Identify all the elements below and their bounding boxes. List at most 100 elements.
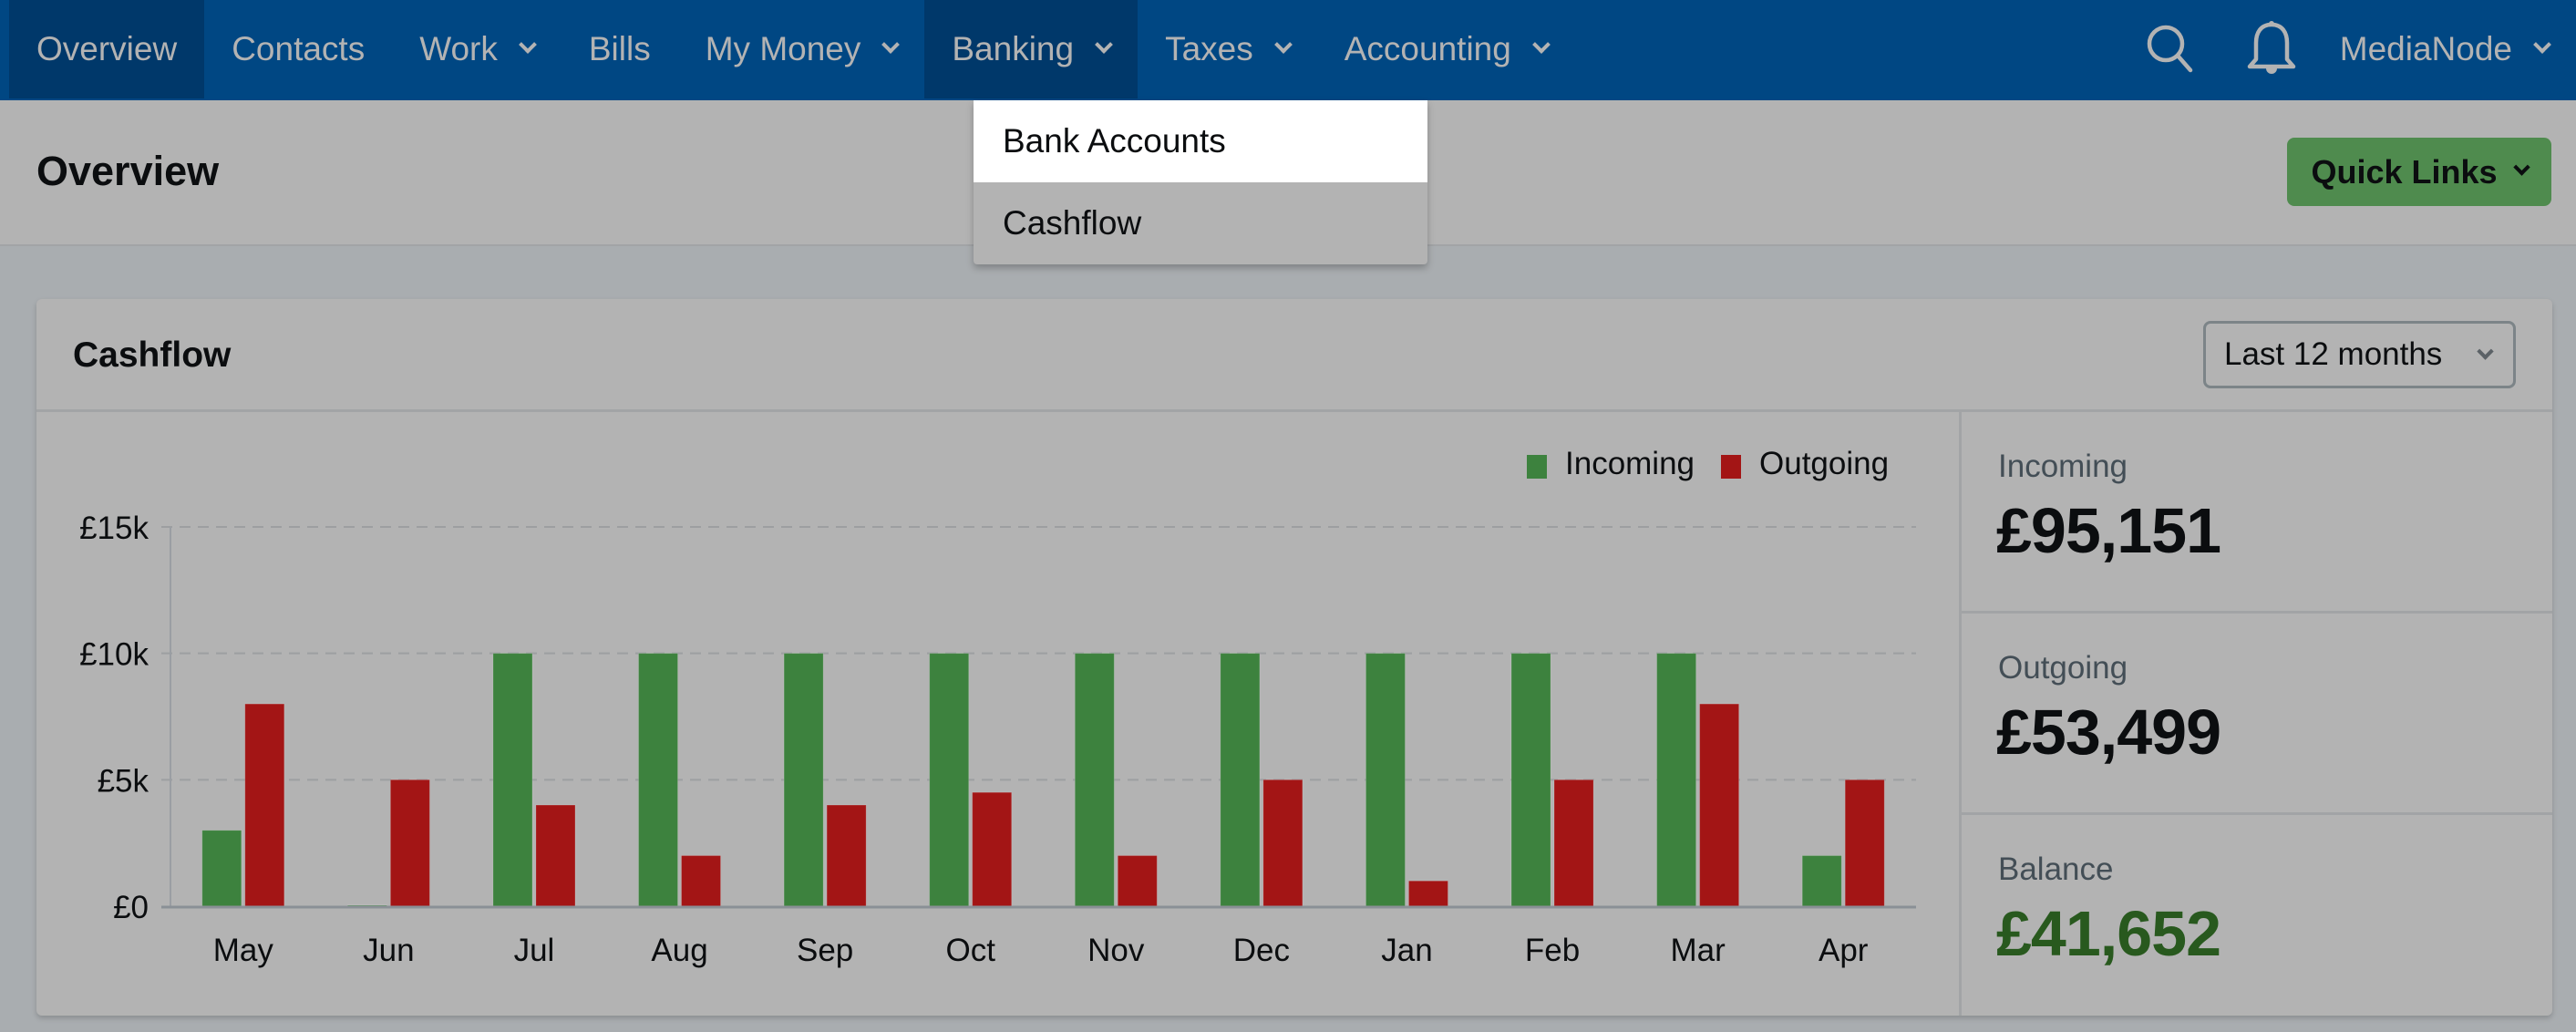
- cashflow-chart-area: £0 £5k £10k £15k May Jun Jul Aug Sep Oct Nov Dec Jan…: [36, 412, 1960, 1016]
- bell-icon: [2247, 21, 2296, 74]
- bar-incoming-dec: [1220, 653, 1261, 907]
- bar-incoming-jul: [492, 653, 533, 907]
- bar-incoming-sep: [783, 653, 824, 907]
- bar-outgoing-oct: [972, 791, 1013, 907]
- bar-incoming-may: [201, 830, 242, 907]
- chevron-down-icon: [881, 36, 901, 54]
- bar-outgoing-mar: [1699, 703, 1740, 907]
- y-tick-label: £0: [113, 890, 149, 925]
- cashflow-card-title: Cashflow: [73, 335, 232, 375]
- bar-outgoing-sep: [826, 804, 867, 907]
- x-tick-label: May: [213, 933, 274, 968]
- user-name: MediaNode: [2339, 30, 2512, 67]
- date-range-value: Last 12 months: [2224, 336, 2443, 372]
- x-tick-label: Jun: [363, 933, 414, 968]
- legend-item-incoming: Incoming: [1527, 446, 1695, 481]
- bar-outgoing-dec: [1262, 779, 1303, 907]
- menu-item-bank-accounts[interactable]: Bank Accounts: [974, 100, 1427, 182]
- notifications-button[interactable]: [2240, 17, 2303, 81]
- bar-incoming-mar: [1656, 653, 1697, 907]
- x-tick-label: Jan: [1381, 933, 1432, 968]
- legend-label: Incoming: [1565, 446, 1695, 481]
- bar-outgoing-jul: [535, 804, 576, 907]
- bar-outgoing-may: [244, 703, 285, 907]
- bar-incoming-oct: [929, 653, 970, 907]
- quick-links-button[interactable]: Quick Links: [2287, 138, 2551, 206]
- x-tick-label: Oct: [945, 933, 995, 968]
- cashflow-stats: Incoming £95,151 Outgoing £53,499 Balanc…: [1959, 412, 2552, 1016]
- stat-balance-label: Balance: [1998, 851, 2114, 887]
- y-tick-label: £5k: [98, 763, 149, 799]
- nav-item-work[interactable]: Work: [392, 0, 562, 98]
- bar-outgoing-apr: [1844, 779, 1885, 907]
- banking-dropdown-menu: Bank Accounts Cashflow: [974, 100, 1427, 264]
- date-range-select[interactable]: Last 12 months: [2203, 321, 2516, 388]
- cashflow-card: Cashflow Last 12 months £0 £5k £10k £15k May…: [36, 299, 2552, 1016]
- stat-incoming-label: Incoming: [1998, 449, 2128, 484]
- chevron-down-icon: [2477, 343, 2494, 360]
- nav-item-label: Banking: [952, 30, 1075, 67]
- nav-item-label: Bills: [588, 30, 651, 67]
- chevron-down-icon: [1095, 36, 1113, 54]
- stat-balance-value: £41,652: [1996, 898, 2221, 969]
- x-tick-label: Jul: [514, 933, 555, 968]
- x-tick-label: Dec: [1233, 933, 1290, 968]
- bar-incoming-apr: [1801, 855, 1842, 907]
- nav-item-label: Contacts: [232, 30, 366, 67]
- cashflow-bar-chart: £0 £5k £10k £15k May Jun Jul Aug Sep Oct Nov Dec Jan…: [79, 446, 1916, 968]
- y-tick-label: £10k: [79, 637, 149, 673]
- search-icon: [2147, 25, 2193, 73]
- x-tick-label: Aug: [651, 933, 707, 968]
- bar-incoming-jan: [1365, 653, 1406, 907]
- nav-item-contacts[interactable]: Contacts: [204, 0, 392, 98]
- legend-item-outgoing: Outgoing: [1721, 446, 1889, 481]
- legend-swatch: [1527, 455, 1547, 479]
- nav-item-label: Overview: [36, 30, 178, 67]
- user-menu[interactable]: MediaNode: [2339, 30, 2551, 68]
- x-tick-label: Nov: [1087, 933, 1145, 968]
- bar-incoming-feb: [1510, 653, 1551, 907]
- nav-item-my-money[interactable]: My Money: [678, 0, 925, 98]
- bar-outgoing-nov: [1117, 855, 1158, 907]
- chevron-down-icon: [1531, 36, 1551, 54]
- top-nav: Overview Contacts Work Bills My Money Banking…: [0, 0, 2576, 100]
- nav-item-label: Work: [419, 30, 498, 67]
- nav-item-label: Accounting: [1344, 30, 1511, 67]
- nav-item-taxes[interactable]: Taxes: [1138, 0, 1317, 98]
- stat-balance: Balance £41,652: [1962, 815, 2552, 1017]
- bar-outgoing-aug: [681, 855, 722, 907]
- nav-item-bills[interactable]: Bills: [562, 0, 678, 98]
- stat-outgoing: Outgoing £53,499: [1962, 614, 2552, 815]
- stat-incoming: Incoming £95,151: [1962, 412, 2552, 614]
- bar-incoming-nov: [1074, 653, 1115, 907]
- legend-label: Outgoing: [1759, 446, 1889, 481]
- menu-item-cashflow[interactable]: Cashflow: [974, 182, 1427, 264]
- x-tick-label: Feb: [1525, 933, 1580, 968]
- quick-links-label: Quick Links: [2311, 152, 2498, 191]
- nav-item-label: My Money: [705, 30, 861, 67]
- nav-right: MediaNode: [2139, 0, 2576, 98]
- x-tick-label: Apr: [1819, 933, 1869, 968]
- chevron-down-icon: [2533, 36, 2551, 54]
- nav-item-accounting[interactable]: Accounting: [1317, 0, 1575, 98]
- chevron-down-icon: [518, 36, 537, 54]
- stat-incoming-value: £95,151: [1996, 495, 2221, 566]
- bar-incoming-aug: [638, 653, 679, 907]
- nav-item-overview[interactable]: Overview: [9, 0, 205, 98]
- x-tick-label: Mar: [1670, 933, 1726, 968]
- bar-outgoing-feb: [1553, 779, 1594, 907]
- stat-outgoing-label: Outgoing: [1998, 650, 2128, 686]
- y-tick-label: £15k: [79, 511, 149, 546]
- nav-item-label: Taxes: [1165, 30, 1253, 67]
- search-button[interactable]: [2139, 17, 2203, 81]
- bar-outgoing-jan: [1407, 880, 1448, 907]
- cashflow-card-header: Cashflow Last 12 months: [36, 299, 2552, 412]
- legend-swatch: [1721, 455, 1741, 479]
- stat-outgoing-value: £53,499: [1996, 697, 2221, 768]
- chevron-down-icon: [2512, 159, 2530, 176]
- page-title: Overview: [36, 148, 220, 194]
- x-tick-label: Sep: [797, 933, 853, 968]
- nav-item-banking[interactable]: Banking: [924, 0, 1139, 98]
- bar-outgoing-jun: [389, 779, 430, 907]
- chevron-down-icon: [1273, 36, 1293, 54]
